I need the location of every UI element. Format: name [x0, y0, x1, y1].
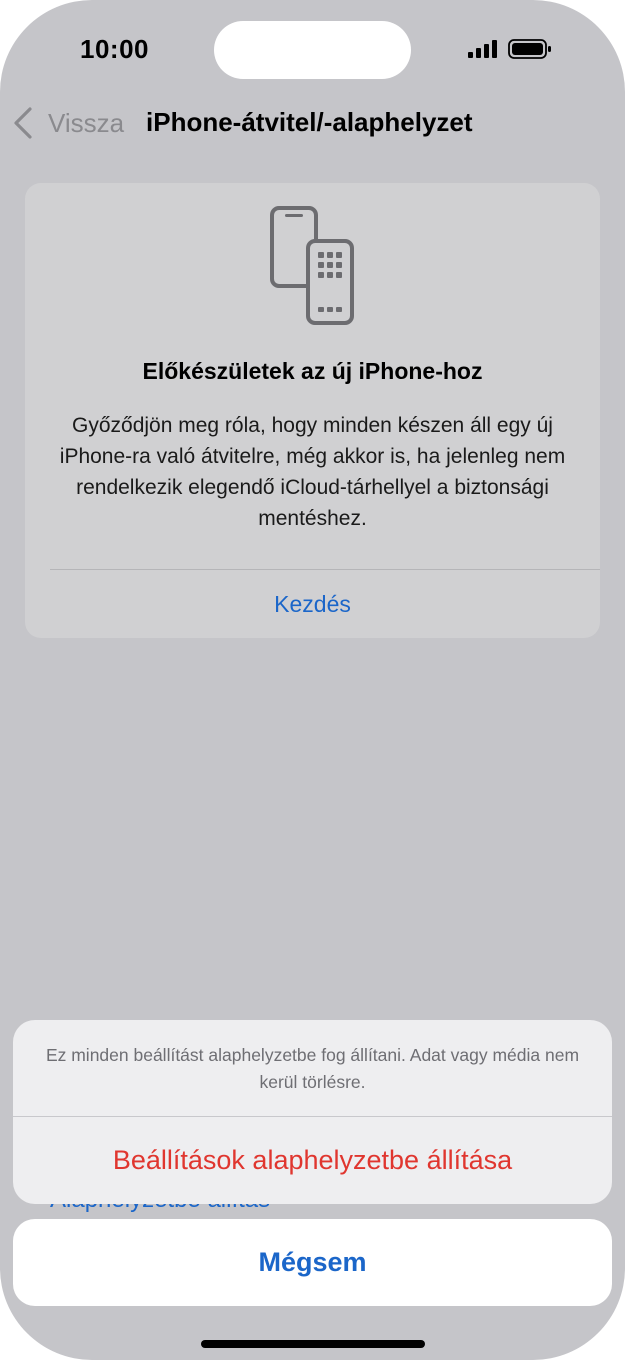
action-sheet-message: Ez minden beállítást alaphelyzetbe fog á… [45, 1045, 580, 1092]
navigation-bar: Vissza iPhone-átvitel/-alaphelyzet [0, 100, 625, 146]
card-divider [50, 569, 600, 570]
card-title: Előkészületek az új iPhone-hoz [142, 358, 483, 384]
dynamic-island [214, 21, 411, 79]
battery-icon [508, 39, 551, 59]
phone-transfer-icon [270, 206, 354, 325]
get-started-button[interactable]: Kezdés [25, 591, 600, 618]
action-sheet: Ez minden beállítást alaphelyzetbe fog á… [13, 1020, 612, 1204]
prepare-new-iphone-card: Előkészületek az új iPhone-hoz Győződjön… [25, 183, 600, 638]
page-title: iPhone-átvitel/-alaphelyzet [146, 107, 473, 137]
home-indicator[interactable] [201, 1340, 425, 1348]
status-bar: 10:00 [0, 0, 625, 100]
reset-settings-button[interactable]: Beállítások alaphelyzetbe állítása [13, 1117, 612, 1204]
phone-screen: 10:00 Vissza iPhone-átvitel/-alaphelyzet [0, 0, 625, 1360]
cancel-button[interactable]: Mégsem [13, 1219, 612, 1306]
status-time: 10:00 [80, 34, 149, 64]
card-description: Győződjön meg róla, hogy minden készen á… [59, 414, 566, 530]
cellular-signal-icon [468, 40, 497, 58]
chevron-left-icon[interactable] [12, 106, 34, 140]
back-button[interactable]: Vissza [48, 108, 124, 139]
